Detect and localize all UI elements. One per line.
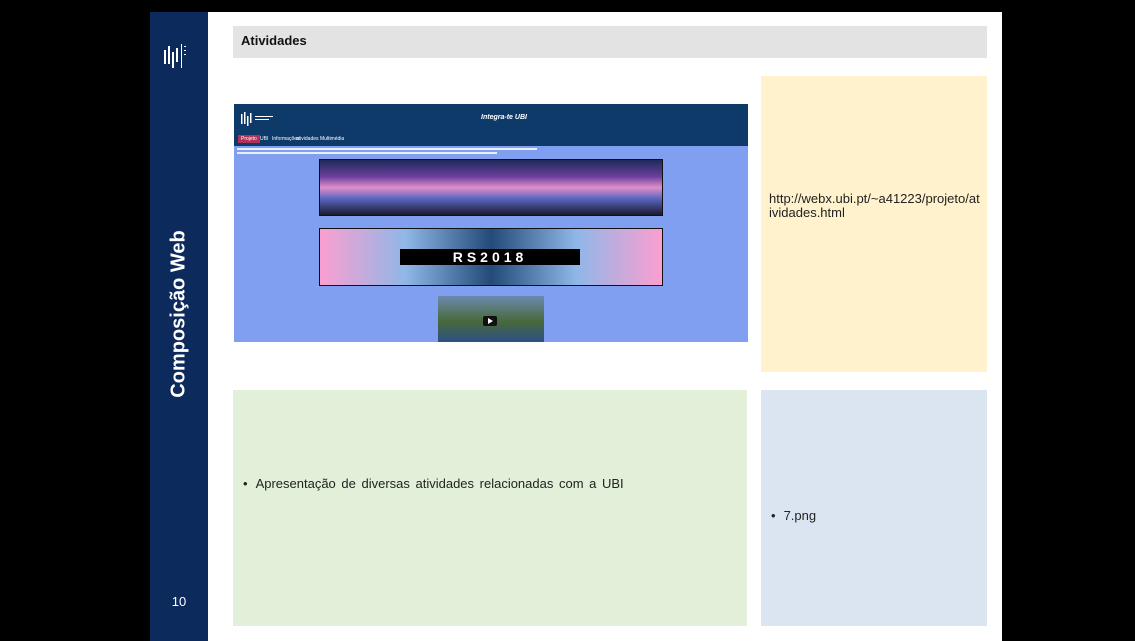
description-text: Apresentação de diversas atividades rela… — [255, 476, 624, 491]
website-text-line — [237, 152, 497, 154]
website-logo-icon — [241, 112, 273, 126]
file-box: • 7.png — [761, 390, 987, 626]
bullet-icon: • — [771, 508, 776, 523]
website-nav-item: UBI — [260, 136, 269, 142]
description-box: • Apresentação de diversas atividades rel… — [233, 390, 747, 626]
slide: Composição Web 10 Atividades Integra-te … — [150, 12, 1002, 641]
website-title: Integra-te UBI — [481, 114, 527, 121]
concert-banner-image — [319, 159, 663, 216]
url-box: http://webx.ubi.pt/~a41223/projeto/ativi… — [761, 76, 987, 372]
rs2018-banner-text: RS2018 — [400, 249, 580, 265]
file-item: • 7.png — [771, 508, 816, 523]
website-nav-item: Projeto — [238, 135, 260, 143]
file-name: 7.png — [783, 508, 817, 523]
video-thumbnail — [438, 296, 544, 342]
rs2018-banner-image: RS2018 — [319, 228, 663, 286]
bullet-icon: • — [243, 476, 248, 491]
slide-title: Atividades — [241, 33, 307, 48]
sidebar: Composição Web 10 — [150, 12, 208, 641]
website-screenshot: Integra-te UBI Projeto UBI Informações a… — [234, 104, 748, 342]
website-nav-item: atividades — [296, 136, 319, 142]
header-bar: Atividades — [233, 26, 987, 58]
url-text: http://webx.ubi.pt/~a41223/projeto/ativi… — [769, 191, 980, 220]
description-item: • Apresentação de diversas atividades rel… — [243, 476, 624, 491]
website-text-line — [237, 148, 537, 150]
website-header: Integra-te UBI — [234, 104, 748, 134]
page-number: 10 — [171, 594, 187, 609]
website-nav: Projeto UBI Informações atividades Multi… — [234, 134, 748, 146]
presentation-title: Composição Web — [167, 230, 190, 398]
play-icon — [483, 316, 497, 326]
website-nav-item: Multimédia — [320, 136, 345, 142]
ubi-logo-icon — [164, 44, 186, 68]
